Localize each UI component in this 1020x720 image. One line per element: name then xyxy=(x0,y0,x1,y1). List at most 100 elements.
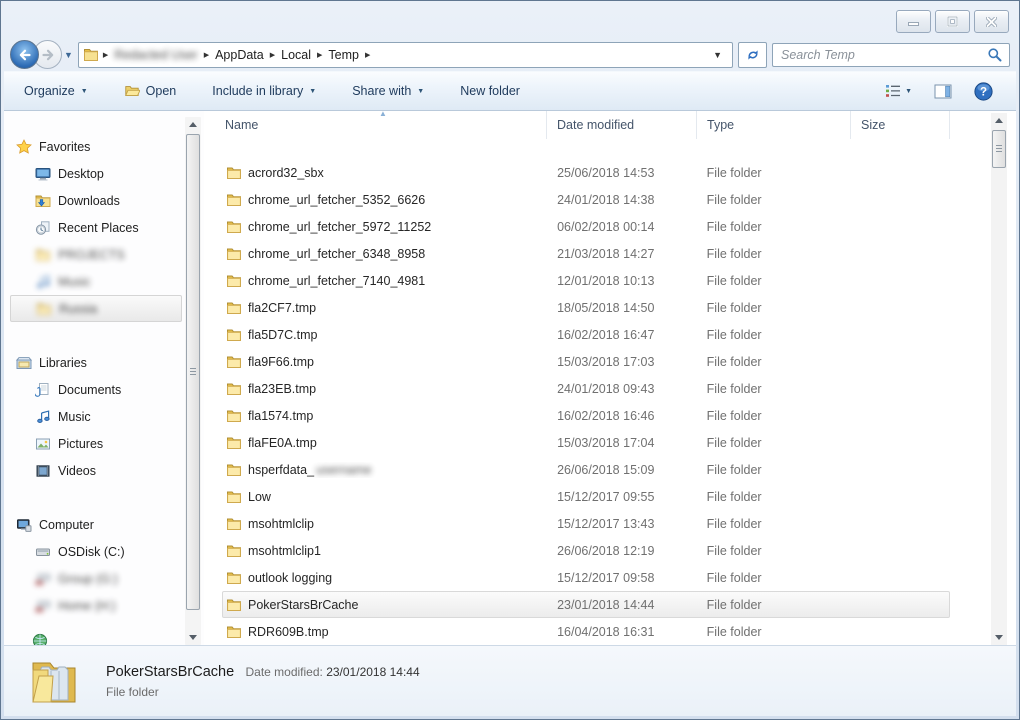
navigation-pane: Favorites Desktop Downloads Recent PlacesPR… xyxy=(4,111,204,645)
sidebar-section-libraries[interactable]: Libraries xyxy=(4,349,204,376)
sidebar-item-home-h-[interactable]: Home (H:) xyxy=(4,592,204,619)
sidebar-item-label: Desktop xyxy=(58,167,104,181)
row-name-cell: PokerStarsBrCache xyxy=(223,597,547,613)
breadcrumb-item[interactable]: AppData xyxy=(211,46,268,64)
table-row[interactable]: PokerStarsBrCache23/01/2018 14:44File fo… xyxy=(222,591,950,618)
column-header-name[interactable]: ▲ Name xyxy=(222,111,547,139)
table-row[interactable]: outlook logging15/12/2017 09:58File fold… xyxy=(222,564,950,591)
table-row[interactable]: acrord32_sbx25/06/2018 14:53File folder xyxy=(222,159,950,186)
sidebar-scroll-down-icon[interactable] xyxy=(185,630,201,645)
list-scroll-down-icon[interactable] xyxy=(991,630,1007,645)
table-row[interactable]: fla5D7C.tmp16/02/2018 16:47File folder xyxy=(222,321,950,348)
row-date-cell: 06/02/2018 00:14 xyxy=(547,220,697,234)
file-name: fla2CF7.tmp xyxy=(248,301,316,315)
sidebar-item-videos[interactable]: Videos xyxy=(4,457,204,484)
table-row[interactable]: fla23EB.tmp24/01/2018 09:43File folder xyxy=(222,375,950,402)
toolbar-button-organize[interactable]: Organize▼ xyxy=(14,79,98,103)
row-date-cell: 24/01/2018 09:43 xyxy=(547,382,697,396)
table-row[interactable]: hsperfdata_username26/06/2018 15:09File … xyxy=(222,456,950,483)
toolbar-button-label: Share with xyxy=(352,84,411,98)
search-icon[interactable] xyxy=(987,47,1003,63)
row-type-cell: File folder xyxy=(697,544,851,558)
sidebar-scroll-up-icon[interactable] xyxy=(185,117,201,132)
refresh-button[interactable] xyxy=(738,42,767,68)
breadcrumb-item[interactable]: Redacted User xyxy=(110,46,201,64)
sidebar-scrollbar[interactable] xyxy=(185,117,201,645)
folder-icon xyxy=(226,273,242,289)
sidebar-item-projects[interactable]: PROJECTS xyxy=(4,241,204,268)
recent-pages-caret-icon[interactable]: ▼ xyxy=(64,50,73,60)
column-header-type[interactable]: Type xyxy=(697,111,851,139)
sidebar-item-label: Music xyxy=(58,410,91,424)
sidebar-item-recent-places[interactable]: Recent Places xyxy=(4,214,204,241)
address-bar[interactable]: ▶Redacted User▶AppData▶Local▶Temp▶ ▼ xyxy=(78,42,733,68)
row-name-cell: fla1574.tmp xyxy=(223,408,547,424)
toolbar-button-label: Open xyxy=(146,84,177,98)
chevron-down-icon: ▼ xyxy=(417,88,424,95)
sidebar-item-pictures[interactable]: Pictures xyxy=(4,430,204,457)
sidebar-item-desktop[interactable]: Desktop xyxy=(4,160,204,187)
table-row[interactable]: chrome_url_fetcher_5972_1125206/02/2018 … xyxy=(222,213,950,240)
change-view-button[interactable]: ▼ xyxy=(880,79,917,103)
sidebar-section-favorites[interactable]: Favorites xyxy=(4,133,204,160)
computer-icon xyxy=(16,517,32,533)
list-scroll-up-icon[interactable] xyxy=(991,113,1007,128)
toolbar-button-new-folder[interactable]: New folder xyxy=(450,79,530,103)
address-dropdown-icon[interactable]: ▼ xyxy=(707,50,728,60)
sidebar-item-music[interactable]: Music xyxy=(4,403,204,430)
search-input[interactable] xyxy=(779,47,987,63)
folder-icon xyxy=(226,462,242,478)
toolbar-button-include-in-library[interactable]: Include in library▼ xyxy=(202,79,326,103)
library-icon xyxy=(16,355,32,371)
list-scrollbar[interactable] xyxy=(991,113,1007,645)
sidebar-item-music[interactable]: Music xyxy=(4,268,204,295)
close-button[interactable] xyxy=(974,10,1009,33)
help-button[interactable]: ? xyxy=(969,78,998,105)
sidebar-item-label: Downloads xyxy=(58,194,120,208)
toolbar-button-share-with[interactable]: Share with ▼ xyxy=(342,79,434,103)
table-row[interactable]: fla2CF7.tmp18/05/2018 14:50File folder xyxy=(222,294,950,321)
row-name-cell: chrome_url_fetcher_5352_6626 xyxy=(223,192,547,208)
folder-icon xyxy=(226,327,242,343)
table-row[interactable]: fla1574.tmp16/02/2018 16:46File folder xyxy=(222,402,950,429)
table-row[interactable]: fla9F66.tmp15/03/2018 17:03File folder xyxy=(222,348,950,375)
table-row[interactable]: flaFE0A.tmp15/03/2018 17:04File folder xyxy=(222,429,950,456)
row-type-cell: File folder xyxy=(697,382,851,396)
details-pane: PokerStarsBrCache Date modified: 23/01/2… xyxy=(4,645,1016,716)
sidebar-section-computer[interactable]: Computer xyxy=(4,511,204,538)
sidebar-item-osdisk-c-[interactable]: OSDisk (C:) xyxy=(4,538,204,565)
sidebar-item-russia[interactable]: Russia xyxy=(10,295,182,322)
search-box[interactable] xyxy=(772,43,1010,67)
table-row[interactable]: Low15/12/2017 09:55File folder xyxy=(222,483,950,510)
row-name-cell: fla2CF7.tmp xyxy=(223,300,547,316)
row-name-cell: fla23EB.tmp xyxy=(223,381,547,397)
row-type-cell: File folder xyxy=(697,328,851,342)
column-header-size[interactable]: Size xyxy=(851,111,950,139)
sidebar-item-downloads[interactable]: Downloads xyxy=(4,187,204,214)
table-row[interactable]: chrome_url_fetcher_5352_662624/01/2018 1… xyxy=(222,186,950,213)
back-button[interactable] xyxy=(10,40,39,69)
breadcrumb-item[interactable]: Temp xyxy=(324,46,363,64)
table-row[interactable]: msohtmlclip126/06/2018 12:19File folder xyxy=(222,537,950,564)
documents-icon xyxy=(35,382,51,398)
svg-text:?: ? xyxy=(980,86,987,98)
toolbar-button-open[interactable]: Open xyxy=(114,78,187,104)
table-row[interactable]: chrome_url_fetcher_7140_498112/01/2018 1… xyxy=(222,267,950,294)
table-row[interactable]: msohtmlclip15/12/2017 13:43File folder xyxy=(222,510,950,537)
table-row[interactable]: RDR609B.tmp16/04/2018 16:31File folder xyxy=(222,618,950,645)
maximize-button[interactable] xyxy=(935,10,970,33)
navigation-bar: ▼ ▶Redacted User▶AppData▶Local▶Temp▶ ▼ xyxy=(4,38,1016,71)
table-row[interactable]: chrome_url_fetcher_6348_895821/03/2018 1… xyxy=(222,240,950,267)
sidebar-scroll-thumb[interactable] xyxy=(186,134,200,610)
list-scroll-thumb[interactable] xyxy=(992,130,1006,168)
minimize-button[interactable] xyxy=(896,10,931,33)
file-name-redacted: username xyxy=(316,463,372,477)
desktop-icon xyxy=(35,166,51,182)
preview-pane-button[interactable] xyxy=(929,80,957,103)
title-bar[interactable] xyxy=(4,1,1016,38)
sidebar-item-documents[interactable]: Documents xyxy=(4,376,204,403)
sidebar-item-group-g-[interactable]: Group (G:) xyxy=(4,565,204,592)
column-header-date-modified[interactable]: Date modified xyxy=(547,111,697,139)
explorer-window: ▼ ▶Redacted User▶AppData▶Local▶Temp▶ ▼ O… xyxy=(0,0,1020,720)
breadcrumb-item[interactable]: Local xyxy=(277,46,315,64)
